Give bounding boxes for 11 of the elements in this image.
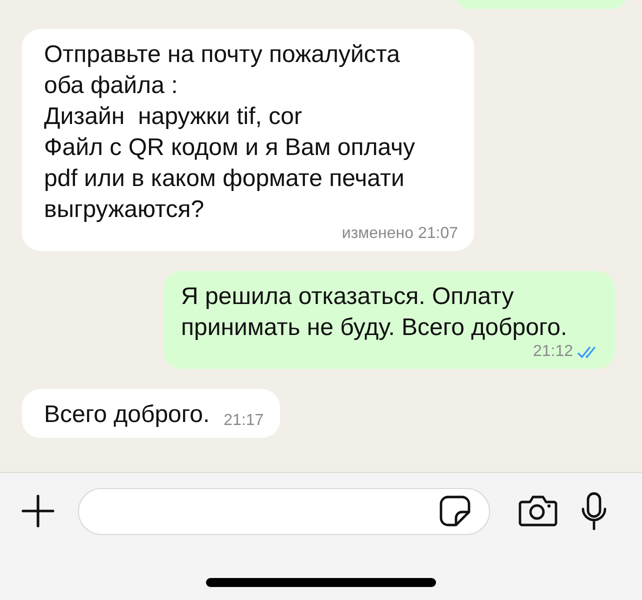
message-text: Отправьте на почту пожалуйста оба файла : Дизайн наружки tif, cor Файл с QR кодом и я Вам оплачу pdf или в каком формате печати выгружаются? <box>44 40 416 225</box>
plus-icon[interactable] <box>20 493 56 529</box>
message-time: изменено 21:07 <box>342 225 458 243</box>
message-text: Я решила отказаться. Оплату принимать не буду. Всего доброго. <box>181 282 568 343</box>
camera-icon[interactable] <box>518 495 558 527</box>
message-input-field[interactable] <box>78 488 490 534</box>
message-time: 21:17 <box>224 412 264 430</box>
sticker-icon[interactable] <box>439 495 471 527</box>
message-time: 21:12 <box>532 343 573 361</box>
microphone-icon[interactable] <box>580 492 608 530</box>
message-text: Всего доброго. <box>44 400 210 430</box>
